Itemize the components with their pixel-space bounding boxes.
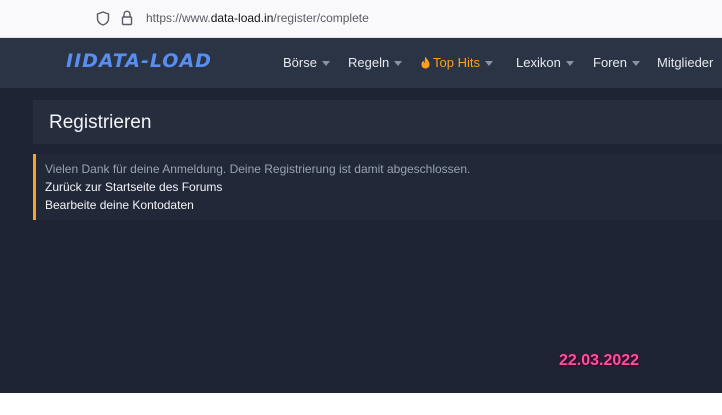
nav-item-top-hits[interactable]: Top Hits: [421, 55, 493, 70]
forum-home-link[interactable]: Zurück zur Startseite des Forums: [45, 180, 222, 194]
nav-label: Regeln: [348, 55, 390, 70]
site-logo[interactable]: IIDATA-LOAD: [66, 50, 212, 74]
nav-label: Börse: [283, 55, 317, 70]
logo-text: IIDATA-LOAD: [66, 50, 212, 72]
url-field[interactable]: https://www.data-load.in/register/comple…: [146, 11, 369, 25]
bottom-strip: [0, 393, 722, 415]
date-stamp: 22.03.2022: [559, 352, 640, 369]
nav-label: Foren: [593, 55, 627, 70]
url-prefix: https://www.: [146, 11, 211, 25]
account-settings-link[interactable]: Bearbeite deine Kontodaten: [45, 198, 194, 212]
nav-label: Top Hits: [433, 55, 480, 70]
url-host: data-load.in: [210, 11, 274, 25]
caret-down-icon: [394, 60, 403, 66]
caret-down-icon: [565, 60, 574, 66]
page-body: Registrieren Vielen Dank für deine Anmel…: [0, 88, 722, 393]
nav-item-boerse[interactable]: Börse: [283, 55, 330, 70]
flame-icon: [421, 56, 430, 69]
registration-notice: Vielen Dank für deine Anmeldung. Deine R…: [33, 154, 722, 220]
caret-down-icon: [631, 60, 640, 66]
nav-item-mitglieder[interactable]: Mitglieder: [657, 55, 713, 70]
notice-message: Vielen Dank für deine Anmeldung. Deine R…: [45, 162, 471, 176]
browser-address-bar: https://www.data-load.in/register/comple…: [0, 0, 722, 38]
page-title: Registrieren: [49, 112, 152, 133]
caret-down-icon: [321, 60, 330, 66]
page-title-bar: Registrieren: [33, 100, 722, 144]
caret-down-icon: [484, 60, 493, 66]
lock-icon[interactable]: [121, 10, 133, 26]
nav-item-foren[interactable]: Foren: [593, 55, 640, 70]
nav-label: Mitglieder: [657, 55, 714, 70]
url-path: /register/complete: [273, 11, 369, 25]
nav-label: Lexikon: [516, 55, 561, 70]
nav-item-regeln[interactable]: Regeln: [348, 55, 403, 70]
nav-item-lexikon[interactable]: Lexikon: [516, 55, 574, 70]
shield-icon[interactable]: [96, 11, 110, 26]
